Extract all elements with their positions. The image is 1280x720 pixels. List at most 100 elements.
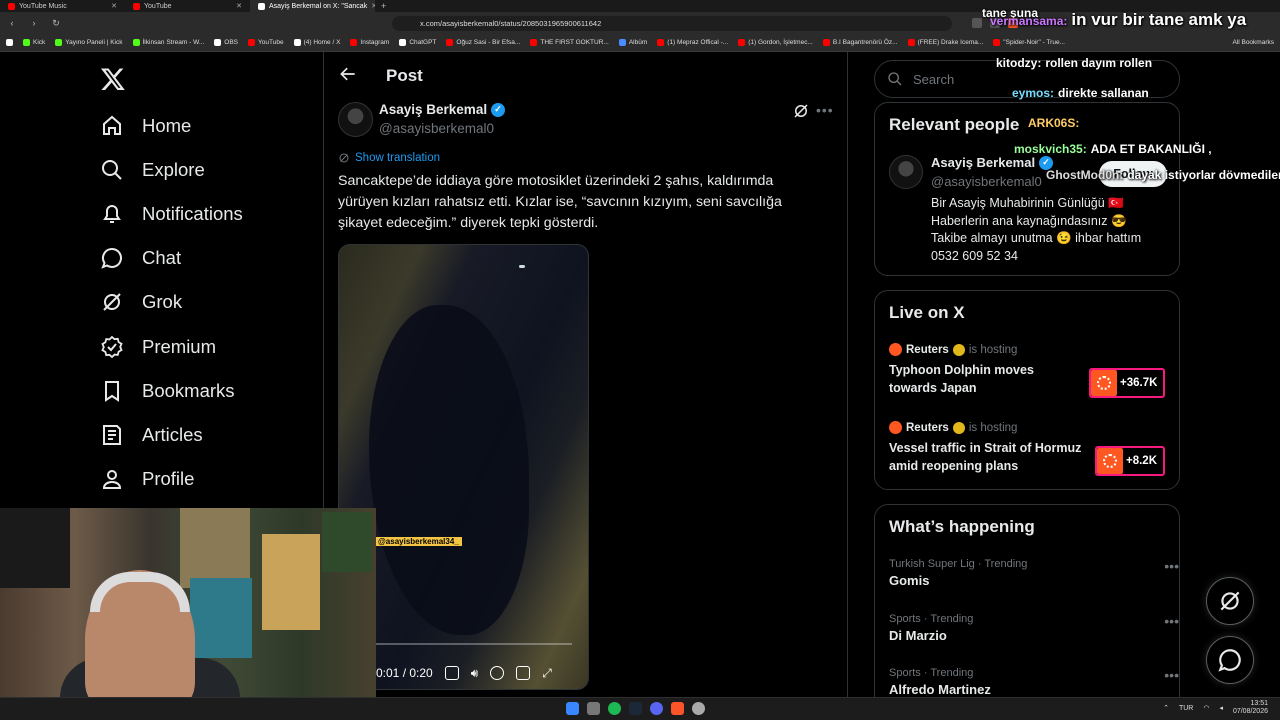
speaker-icon[interactable]: ◂	[1219, 704, 1223, 712]
stream-chat-overlay: tane şuna vermansama: in vur bir tane amk…	[976, 0, 1280, 190]
search-icon	[102, 160, 122, 180]
bookmark-item[interactable]: (1) Mepraz Offical -...	[657, 39, 728, 46]
url-field[interactable]: x.com/asayisberkemal0/status/20850319659…	[392, 15, 952, 31]
chat-message: ARK06S:	[1028, 116, 1080, 130]
sidebar-item-chat[interactable]: Chat	[100, 240, 181, 276]
discord-icon[interactable]	[650, 702, 663, 715]
chat-message: kitodzy: rollen dayım rollen	[996, 56, 1153, 70]
captions-icon[interactable]	[444, 666, 459, 680]
verified-org-icon	[952, 421, 965, 434]
live-on-x-card: Live on X Reuters is hosting Typhoon Dolp…	[874, 290, 1180, 490]
browser-tab[interactable]: YouTube ✕	[125, 0, 250, 12]
volume-icon[interactable]: 🔊︎	[471, 666, 479, 681]
bookmark-item[interactable]: B.I Bagantrenörü Öz...	[822, 39, 898, 46]
chatgpt-icon	[399, 39, 407, 46]
youtube-icon	[248, 39, 256, 46]
spotify-icon[interactable]	[608, 702, 621, 715]
video-frame-figure	[369, 305, 529, 635]
live-audio-icon	[1103, 454, 1117, 468]
bookmark-item[interactable]: Albüm	[618, 39, 647, 46]
bookmark-item[interactable]: OBS	[214, 39, 238, 46]
avatar[interactable]	[889, 155, 923, 189]
live-item[interactable]: Reuters is hosting Typhoon Dolphin moves …	[889, 343, 1169, 398]
obs-icon	[214, 39, 222, 46]
show-translation-link[interactable]: Show translation	[338, 152, 440, 164]
language-indicator[interactable]: TUR	[1179, 705, 1193, 712]
author-handle[interactable]: @asayisberkemal0	[379, 121, 494, 136]
browser-tab[interactable]: YouTube Music ✕	[0, 0, 125, 12]
sidebar-item-articles[interactable]: Articles	[100, 417, 203, 453]
sidebar-item-bookmarks[interactable]: Bookmarks	[100, 373, 235, 409]
back-arrow-icon[interactable]	[338, 64, 358, 84]
sidebar-item-profile[interactable]: Profile	[100, 461, 194, 497]
close-icon[interactable]: ✕	[236, 2, 242, 10]
chat-message: vermansama: in vur bir tane amk ya	[990, 10, 1247, 29]
post-column: Post Asayiş Berkemal ✓ @asayisberkemal0 …	[324, 52, 847, 700]
verified-badge-icon: ✓	[491, 102, 506, 117]
bookmark-item[interactable]: (1) Gordon, İşletmec...	[738, 39, 813, 46]
trend-item[interactable]: Turkish Super Lig · Trending Gomis •••	[889, 558, 1179, 588]
sidebar-item-home[interactable]: Home	[100, 108, 191, 144]
more-options-icon[interactable]: •••	[816, 102, 834, 120]
youtube-icon	[446, 39, 454, 46]
bookmark-item[interactable]: THE FIRST GOKTUR...	[530, 39, 609, 46]
browser-tab-active[interactable]: Asayiş Berkemal on X: "Sancak ✕	[250, 0, 375, 12]
new-tab-button[interactable]: +	[375, 0, 392, 12]
video-watermark: @asayisberkemal34_	[375, 537, 462, 546]
video-progress-bar[interactable]	[357, 643, 572, 645]
bookmark-item[interactable]: İlkinsan Stream - W...	[132, 39, 204, 46]
search-icon	[888, 72, 902, 86]
card-title: Live on X	[889, 303, 965, 322]
bookmark-item[interactable]: (4) Home / X	[293, 39, 340, 46]
grok-translate-icon	[339, 153, 349, 163]
webcam-poster	[190, 578, 252, 658]
bookmark-item[interactable]: Yayıno Paneli | Kick	[55, 39, 123, 46]
sidebar-item-notifications[interactable]: Notifications	[100, 196, 243, 232]
grok-icon[interactable]	[792, 102, 810, 120]
trend-item[interactable]: Sports · Trending Alfredo Martinez •••	[889, 667, 1179, 697]
x-logo[interactable]	[100, 66, 126, 92]
avatar[interactable]	[338, 102, 373, 137]
bookmark-item[interactable]	[6, 39, 13, 46]
more-options-icon[interactable]: •••	[1164, 667, 1179, 683]
sidebar-item-premium[interactable]: Premium	[100, 329, 216, 365]
brave-icon[interactable]	[671, 702, 684, 715]
steam-icon[interactable]	[629, 702, 642, 715]
sidebar-item-explore[interactable]: Explore	[100, 152, 205, 188]
live-item[interactable]: Reuters is hosting Vessel traffic in Stra…	[889, 421, 1169, 476]
more-options-icon[interactable]: •••	[1164, 558, 1179, 574]
grok-float-button[interactable]	[1206, 577, 1254, 625]
bookmark-item[interactable]: YouTube	[248, 39, 284, 46]
settings-gear-icon[interactable]	[490, 666, 505, 680]
close-icon[interactable]: ✕	[111, 2, 117, 10]
forward-icon[interactable]: ›	[28, 18, 40, 28]
relevant-bio: Bir Asayiş Muhabirinin Günlüğü 🇹🇷 Haberl…	[931, 196, 1142, 263]
pip-icon[interactable]	[516, 666, 531, 680]
youtube-icon	[907, 39, 915, 46]
start-icon[interactable]	[566, 702, 579, 715]
fullscreen-icon[interactable]: ⤢	[542, 666, 552, 681]
bookmark-item[interactable]: Kick	[23, 39, 45, 46]
bookmark-item[interactable]: Instagram	[350, 39, 389, 46]
obs-icon[interactable]	[692, 702, 705, 715]
live-listeners-badge[interactable]: +36.7K	[1089, 368, 1166, 398]
author-name[interactable]: Asayiş Berkemal ✓	[379, 102, 506, 117]
bookmark-item[interactable]: ChatGPT	[399, 39, 436, 46]
wifi-icon[interactable]: ◠	[1203, 704, 1209, 712]
more-options-icon[interactable]: •••	[1164, 613, 1179, 629]
reload-icon[interactable]: ↻	[50, 18, 62, 29]
clock[interactable]: 13:51 07/08/2026	[1233, 700, 1268, 716]
folder-icon	[618, 39, 626, 46]
bookmark-item[interactable]: Oğuz Sasi - Bir Efsa...	[446, 39, 520, 46]
bookmark-item[interactable]: (FREE) Drake Icema...	[907, 39, 983, 46]
youtube-icon	[738, 39, 746, 46]
chat-float-button[interactable]	[1206, 636, 1254, 684]
sidebar-item-grok[interactable]: Grok	[100, 284, 182, 320]
explorer-icon[interactable]	[587, 702, 600, 715]
back-icon[interactable]: ‹	[6, 18, 18, 28]
bell-icon	[103, 205, 121, 223]
chat-icon	[101, 247, 122, 269]
tray-chevron-icon[interactable]: ⌃	[1163, 704, 1169, 712]
live-listeners-badge[interactable]: +8.2K	[1095, 446, 1166, 476]
trend-item[interactable]: Sports · Trending Di Marzio •••	[889, 613, 1179, 643]
